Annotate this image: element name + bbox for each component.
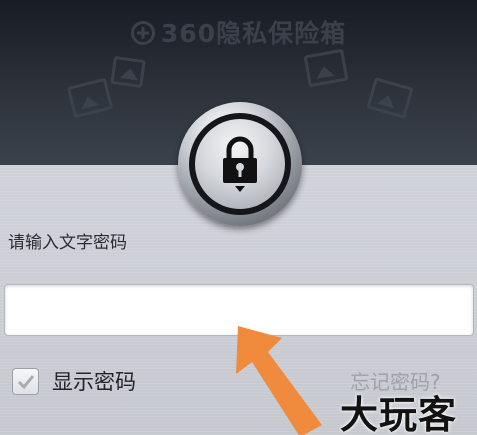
app-screen: 360隐私保险箱 请输入文字密码 显示密码 忘记密码? 大玩客	[0, 0, 477, 435]
pointer-arrow-icon	[236, 326, 322, 435]
watermark-text: 大玩客	[340, 392, 458, 435]
